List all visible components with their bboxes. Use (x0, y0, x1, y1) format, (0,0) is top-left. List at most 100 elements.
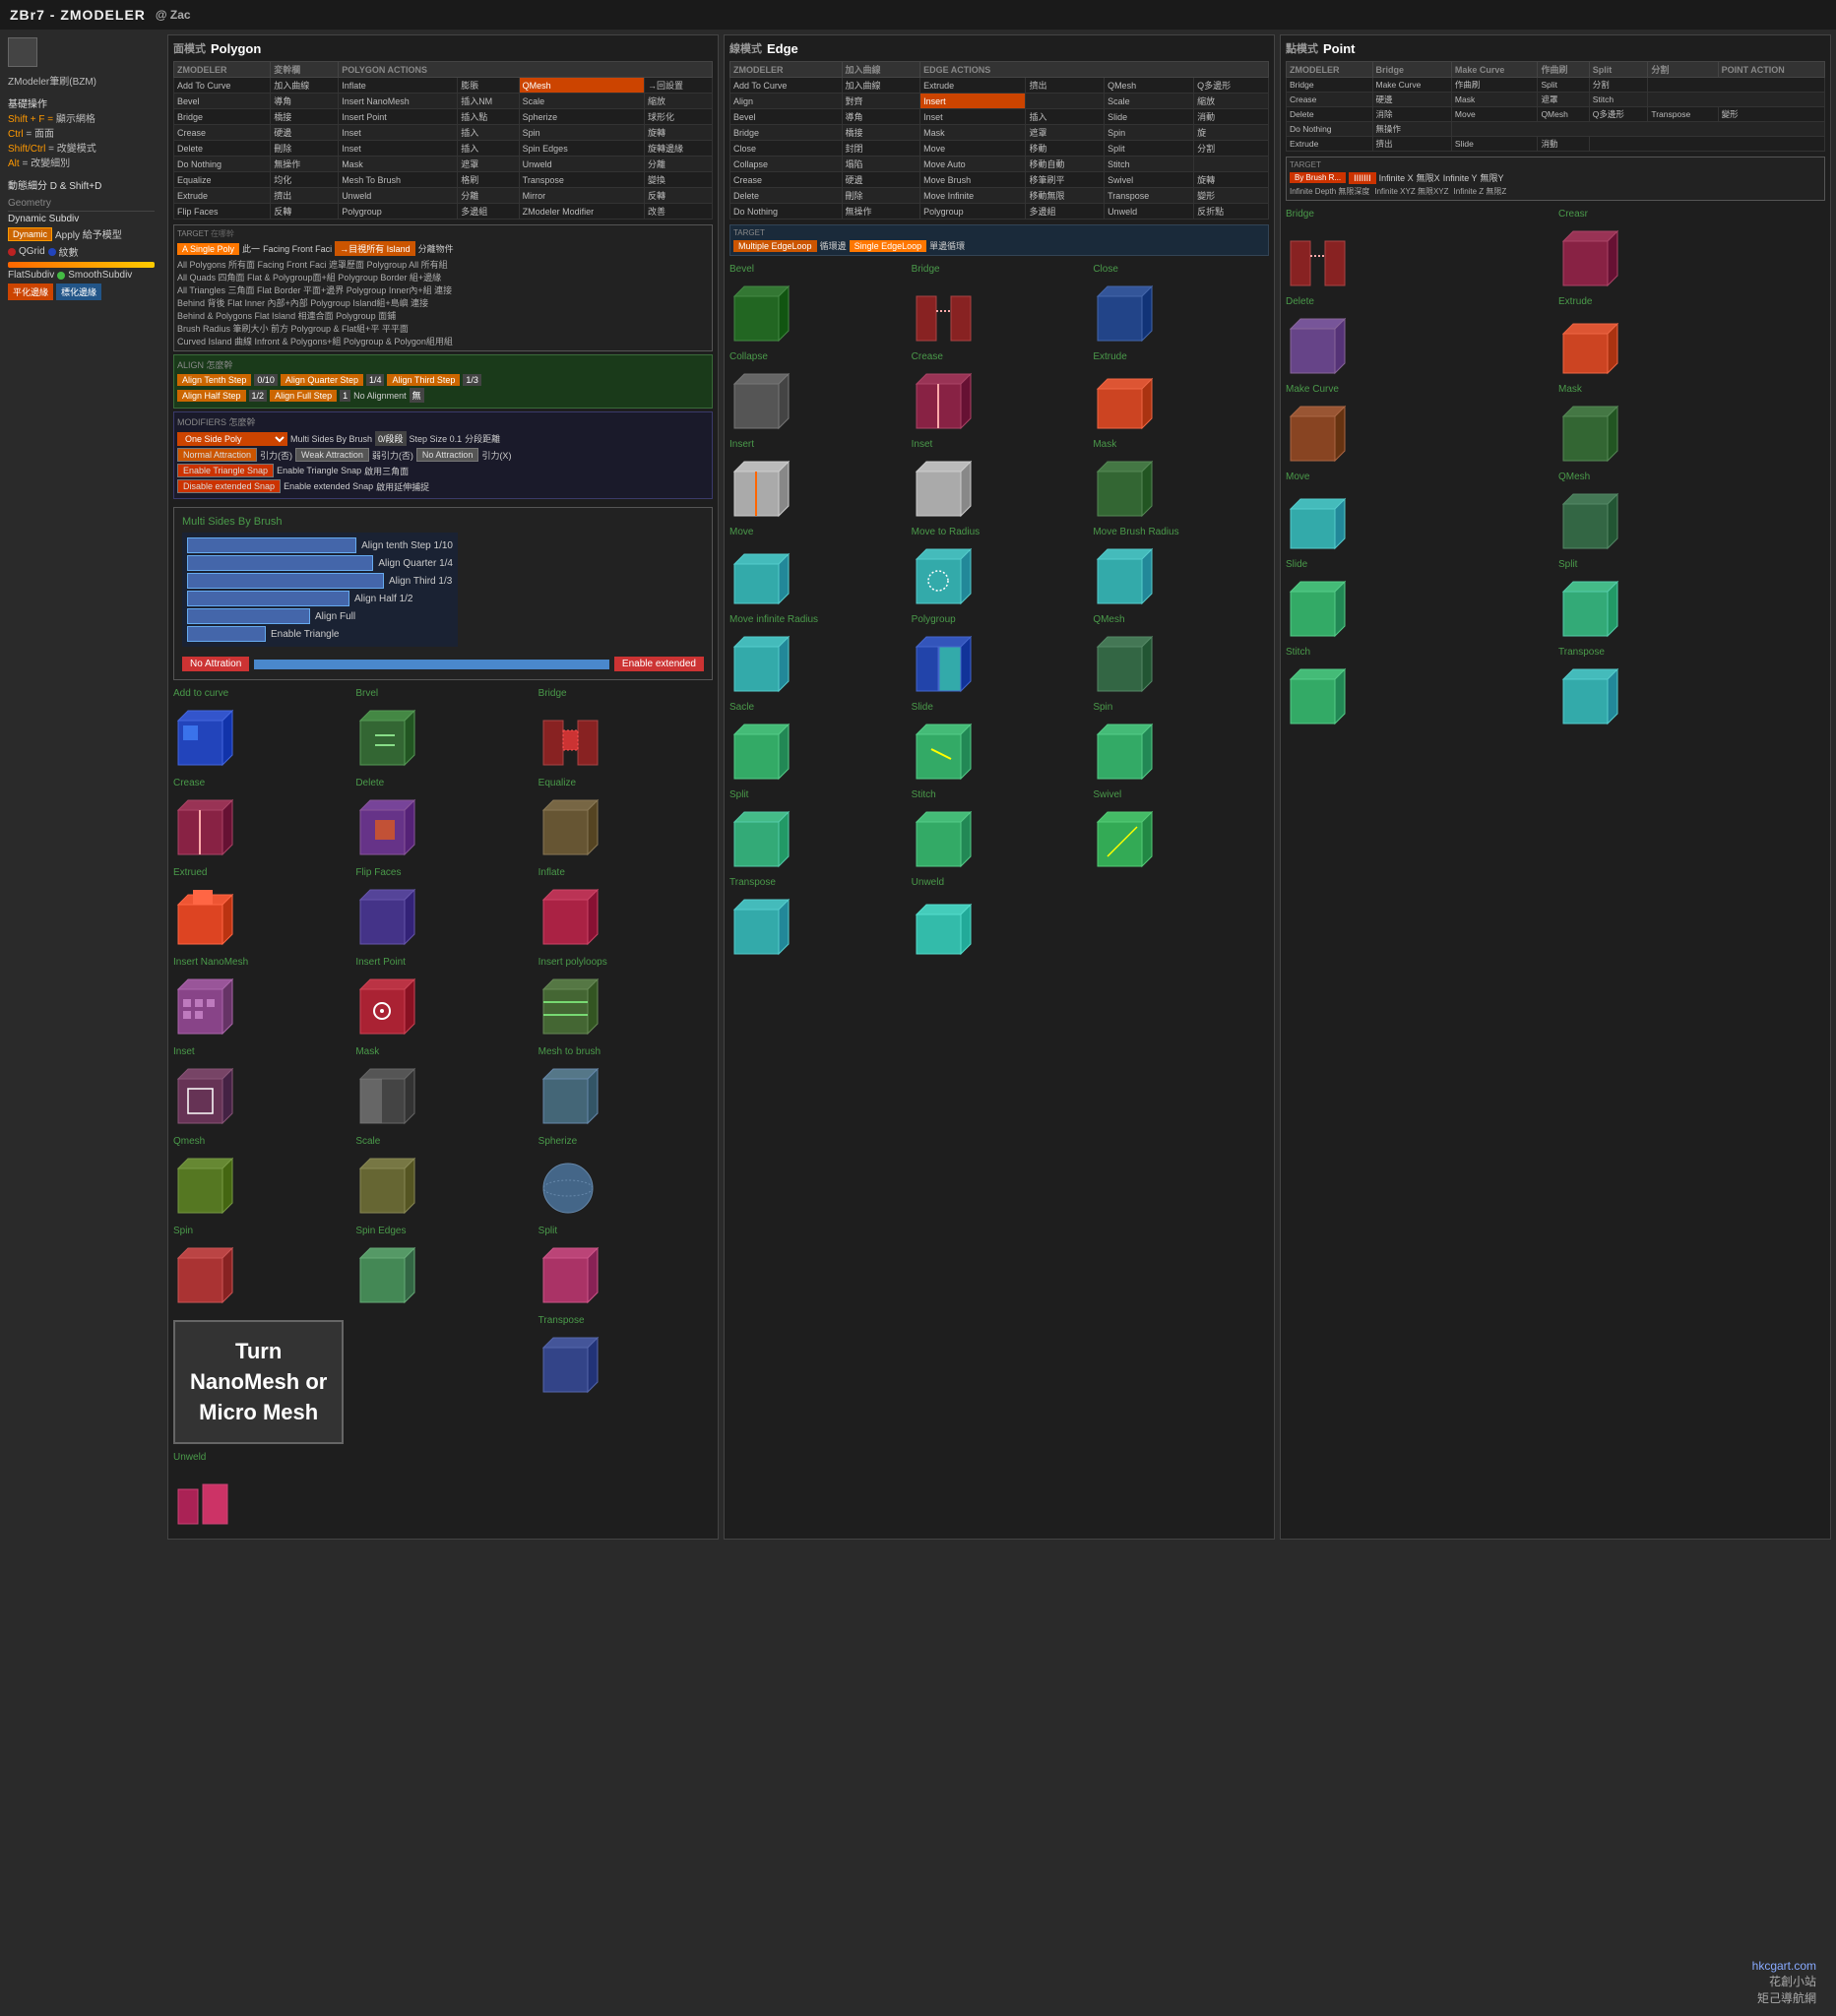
preview-label-unweld-poly: Unweld (173, 1452, 206, 1463)
pt-infinite-x-val: 無限X (1417, 171, 1440, 184)
target-multiple-edgeloop[interactable]: Multiple EdgeLoop (733, 240, 817, 252)
target-single-edgeloop[interactable]: Single EdgeLoop (850, 240, 927, 252)
align-full-btn[interactable]: Align Full Step (270, 390, 337, 402)
target-facing: Facing Front Faci (263, 244, 332, 254)
app-header: ZBr7 - ZMODELER @ Zac (0, 0, 1836, 30)
edge-preview-split: Split (729, 789, 906, 871)
smooth-button[interactable]: 標化邊緣 (56, 284, 101, 300)
pt-action-header: 作曲刷 (1538, 62, 1589, 78)
edge-cube-bevel (729, 277, 798, 346)
step-row-full: Align Full (187, 608, 453, 624)
inf-z: Infinite Z 無限Z (1454, 186, 1507, 197)
preview-cube-unweld-poly (173, 1465, 242, 1534)
step-row-quarter: Align Quarter 1/4 (187, 555, 453, 571)
flatten-button[interactable]: 平化邊緣 (8, 284, 53, 300)
edge-preview-inset: Inset (912, 439, 1088, 521)
point-target-row: By Brush R... IIIIIII Infinite X 無限X Inf… (1290, 171, 1821, 184)
target-island[interactable]: →目視所有 Island (335, 241, 415, 256)
diagram-block: Multi Sides By Brush Align tenth Step 1/… (173, 507, 713, 680)
pt-cube-transpose (1558, 660, 1627, 728)
polygon-actions-table: ZMODELER 変幹欄 POLYGON ACTIONS Add To Curv… (173, 61, 713, 220)
edge-label-insert: Insert (729, 439, 754, 450)
preview-label-split: Split (538, 1226, 557, 1236)
edge-actions-header: EDGE ACTIONS (920, 62, 1269, 78)
align-tenth-btn[interactable]: Align Tenth Step (177, 374, 251, 386)
preview-label-brvel: Brvel (355, 688, 378, 699)
edge-cube-movebrushradius (1093, 539, 1162, 608)
target-single-poly[interactable]: A Single Poly (177, 243, 239, 255)
step-row-third: Align Third 1/3 (187, 573, 453, 589)
preview-label-flipfaces: Flip Faces (355, 867, 401, 878)
point-mode-column: 點模式 Point ZMODELER Bridge Make Curve 作曲刷… (1280, 34, 1831, 1540)
align-half-btn[interactable]: Align Half Step (177, 390, 246, 402)
preview-cube-insertnano (173, 970, 242, 1039)
preview-spinedges: Spin Edges (355, 1226, 530, 1307)
weak-attract-btn[interactable]: Weak Attraction (295, 448, 369, 462)
pt-preview-mask: Mask (1558, 384, 1825, 466)
enable-tri-label: 啟用三角面 (364, 465, 409, 477)
target-bybrush[interactable]: By Brush R... (1290, 172, 1346, 183)
edge-preview-polygroup: Polygroup (912, 614, 1088, 696)
action-row-delete: Delete 刪除 Inset 插入 Spin Edges 旋轉邊緣 (174, 141, 713, 157)
step-label-triangle: Enable Triangle (271, 629, 340, 640)
pt-row-crease: Crease 硬邊 Mask 遮罩 Stitch (1287, 93, 1825, 107)
mode-section: 動態細分 D & Shift+D (8, 177, 155, 192)
align-quarter-btn[interactable]: Align Quarter Step (281, 374, 363, 386)
preview-inset: Inset (173, 1046, 348, 1128)
edge-cube-inset (912, 452, 981, 521)
pt-cube-mask (1558, 397, 1627, 466)
pt-cube-creasr (1558, 221, 1627, 290)
shortcut-3: Shift/Ctrl = 改變模式 (8, 142, 155, 157)
pt-preview-slide: Slide (1286, 559, 1552, 641)
preview-scale: Scale (355, 1136, 530, 1218)
pt-cube-stitch (1286, 660, 1355, 728)
edge-cube-collapse (729, 364, 798, 433)
edge-cube-moveinfinite (729, 627, 798, 696)
edge-row-align: Align 對齊 Insert Scale 縮放 (730, 94, 1269, 109)
main-area: 面模式 Polygon ZMODELER 変幹欄 POLYGON ACTIONS… (162, 30, 1836, 1544)
step-label-tenth: Align tenth Step 1/10 (361, 540, 453, 551)
shortcuts-section: 基礎操作 Shift + F = 顯示網格 Ctrl = 面面 Shift/Ct… (8, 95, 155, 171)
polygon-actions-header: POLYGON ACTIONS (339, 62, 713, 78)
preview-label-spinedges: Spin Edges (355, 1226, 406, 1236)
preview-cube-addtocurve (173, 701, 242, 770)
edge-cube-slide (912, 715, 981, 784)
edge-label-qmesh: QMesh (1093, 614, 1124, 625)
edge-row-bridge: Bridge 橋接 Mask 遮罩 Spin 旋 (730, 125, 1269, 141)
preview-label-qmesh: Qmesh (173, 1136, 205, 1147)
enable-triangle-btn[interactable]: Enable Triangle Snap (177, 464, 274, 477)
preview-cube-split (538, 1238, 607, 1307)
edge-row-delete: Delete 刪除 Move Infinite 移動無限 Transpose 變… (730, 188, 1269, 204)
zmodeler-col-header: ZMODELER (174, 62, 271, 78)
pt-preview-split: Split (1558, 559, 1825, 641)
polygon-title-en: Polygon (211, 41, 261, 56)
attract-bar (254, 660, 609, 669)
preview-spherize: Spherize (538, 1136, 713, 1218)
align-third-btn[interactable]: Align Third Step (387, 374, 460, 386)
edge-preview-moveinfinite: Move infinite Radius (729, 614, 906, 696)
preview-cube-spinedges (355, 1238, 424, 1307)
step-row-tenth: Align tenth Step 1/10 (187, 537, 453, 553)
geometry-label: Geometry (8, 198, 155, 212)
no-attract-btn[interactable]: No Attraction (416, 448, 479, 462)
mod-select-1[interactable]: One Side Poly Multi Sides By Brush (177, 432, 287, 446)
pt-cube-extrude (1558, 309, 1627, 378)
dynamic-button[interactable]: Dynamic (8, 227, 52, 241)
disable-snap-btn[interactable]: Disable extended Snap (177, 479, 281, 493)
edge-preview-unweld: Unweld (912, 877, 1088, 959)
edge-mode-column: 線模式 Edge ZMODELER 加入曲線 EDGE ACTIONS Add … (724, 34, 1275, 1540)
pt-makecurve-header: Make Curve (1451, 62, 1538, 78)
disable-snap-label: 啟用延伸捕捉 (376, 480, 429, 493)
step-bar-full (187, 608, 310, 624)
edge-cube-qmesh (1093, 627, 1162, 696)
preview-turnnano: TurnNanoMesh orMicro Mesh (173, 1315, 531, 1444)
preview-cube-delete (355, 790, 424, 859)
action-row-addtocurve: Add To Curve 加入曲線 Inflate 膨脹 QMesh →回設置 (174, 78, 713, 94)
edge-header: 線模式 Edge (729, 40, 1269, 56)
action-row-equalize: Equalize 均化 Mesh To Brush 格刷 Transpose 變… (174, 172, 713, 188)
shortcut-1: Shift + F = 顯示網格 (8, 112, 155, 127)
shortcut-4: Alt = 改變細別 (8, 157, 155, 171)
preview-polyloops: Insert polyloops (538, 957, 713, 1039)
pt-cube-move (1286, 484, 1355, 553)
normal-attract-btn[interactable]: Normal Attraction (177, 448, 257, 462)
